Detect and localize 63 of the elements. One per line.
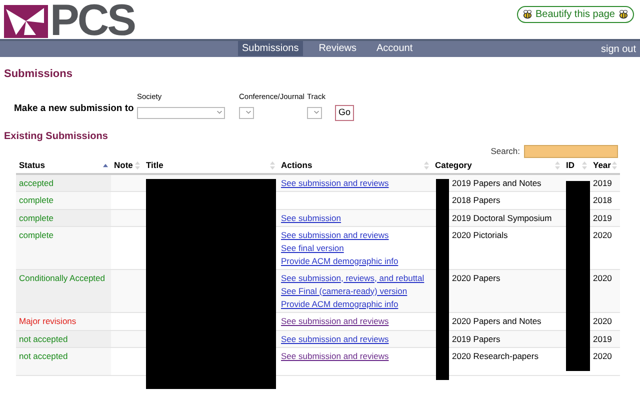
column-header[interactable]: Status bbox=[16, 158, 111, 172]
status-cell: Conditionally Accepted bbox=[16, 270, 111, 312]
action-link[interactable]: See final version bbox=[281, 242, 344, 254]
bee-icon bbox=[618, 9, 629, 20]
dropdown[interactable] bbox=[137, 106, 225, 118]
search-label: Search: bbox=[490, 144, 520, 158]
year-cell-text: 2020 bbox=[592, 272, 613, 284]
column-header[interactable]: Year bbox=[590, 158, 620, 172]
status-cell: accepted bbox=[16, 174, 111, 190]
year-cell-text: 2019 bbox=[592, 332, 613, 346]
category-cell-text: 2020 Research-papers bbox=[451, 350, 540, 363]
action-link[interactable]: See submission and reviews bbox=[281, 350, 389, 362]
status-cell: complete bbox=[16, 192, 111, 208]
column-header[interactable]: Note bbox=[111, 158, 143, 172]
column-header[interactable]: Actions bbox=[278, 158, 432, 172]
page-title: Submissions bbox=[4, 67, 72, 82]
nav-tab[interactable]: Account bbox=[372, 41, 417, 56]
status-cell: not accepted bbox=[16, 330, 111, 346]
action-link[interactable]: See Final (camera-ready) version bbox=[281, 284, 408, 296]
logo-icon bbox=[4, 4, 48, 38]
year-cell-text: 2019 bbox=[592, 176, 613, 190]
chevron-down-icon bbox=[217, 111, 222, 114]
beautify-button[interactable]: Beautify this page bbox=[516, 6, 634, 23]
column-header[interactable]: Title bbox=[143, 158, 278, 172]
category-cell-text: 2019 Papers and Notes bbox=[451, 176, 542, 190]
category-cell-text: 2018 Papers bbox=[451, 194, 502, 207]
category-cell-text: 2020 Pictorials bbox=[451, 228, 509, 242]
category-cell-text: 2019 Papers bbox=[451, 332, 502, 346]
action-link[interactable]: See submission and reviews bbox=[281, 176, 389, 188]
sign-out-link[interactable]: sign out bbox=[600, 42, 636, 56]
category-cell-text: 2020 Papers bbox=[451, 272, 502, 285]
nav-tab[interactable]: Submissions bbox=[238, 41, 303, 56]
bee-icon bbox=[522, 9, 532, 20]
action-link[interactable]: See submission bbox=[281, 212, 342, 224]
year-cell-text: 2018 bbox=[592, 194, 613, 206]
action-link[interactable]: See submission and reviews bbox=[281, 228, 389, 240]
action-link[interactable]: Provide ACM demographic info bbox=[281, 254, 398, 266]
logo-text: PCS bbox=[50, 3, 134, 39]
search-field[interactable] bbox=[524, 144, 618, 158]
status-cell: complete bbox=[16, 210, 111, 226]
dropdown[interactable] bbox=[239, 106, 254, 118]
section-title: Existing Submissions bbox=[4, 130, 108, 144]
year-cell-text: 2019 bbox=[592, 212, 613, 224]
action-link[interactable]: See submission, reviews, and rebuttal bbox=[281, 272, 424, 284]
action-link[interactable]: Provide ACM demographic info bbox=[281, 298, 398, 310]
status-cell: not accepted bbox=[16, 348, 111, 374]
status-cell: Major revisions bbox=[16, 312, 111, 330]
chevron-down-icon bbox=[314, 111, 319, 114]
new-submission-label: Make a new submission to bbox=[14, 102, 135, 116]
column-header[interactable]: ID bbox=[563, 158, 590, 172]
go-button[interactable]: Go bbox=[335, 104, 354, 120]
dropdown[interactable] bbox=[307, 106, 322, 118]
action-link[interactable]: See submission and reviews bbox=[281, 332, 389, 344]
category-cell-text: 2020 Papers and Notes bbox=[451, 314, 542, 328]
nav-tab[interactable]: Reviews bbox=[314, 41, 360, 56]
category-cell-text: 2019 Doctoral Symposium bbox=[451, 212, 553, 225]
year-cell-text: 2020 bbox=[592, 350, 613, 362]
chevron-down-icon bbox=[246, 111, 251, 114]
status-cell: complete bbox=[16, 226, 111, 268]
column-header[interactable]: Category bbox=[432, 158, 563, 172]
year-cell-text: 2020 bbox=[592, 228, 613, 242]
year-cell-text: 2020 bbox=[592, 314, 613, 328]
action-link[interactable]: See submission and reviews bbox=[281, 314, 389, 326]
